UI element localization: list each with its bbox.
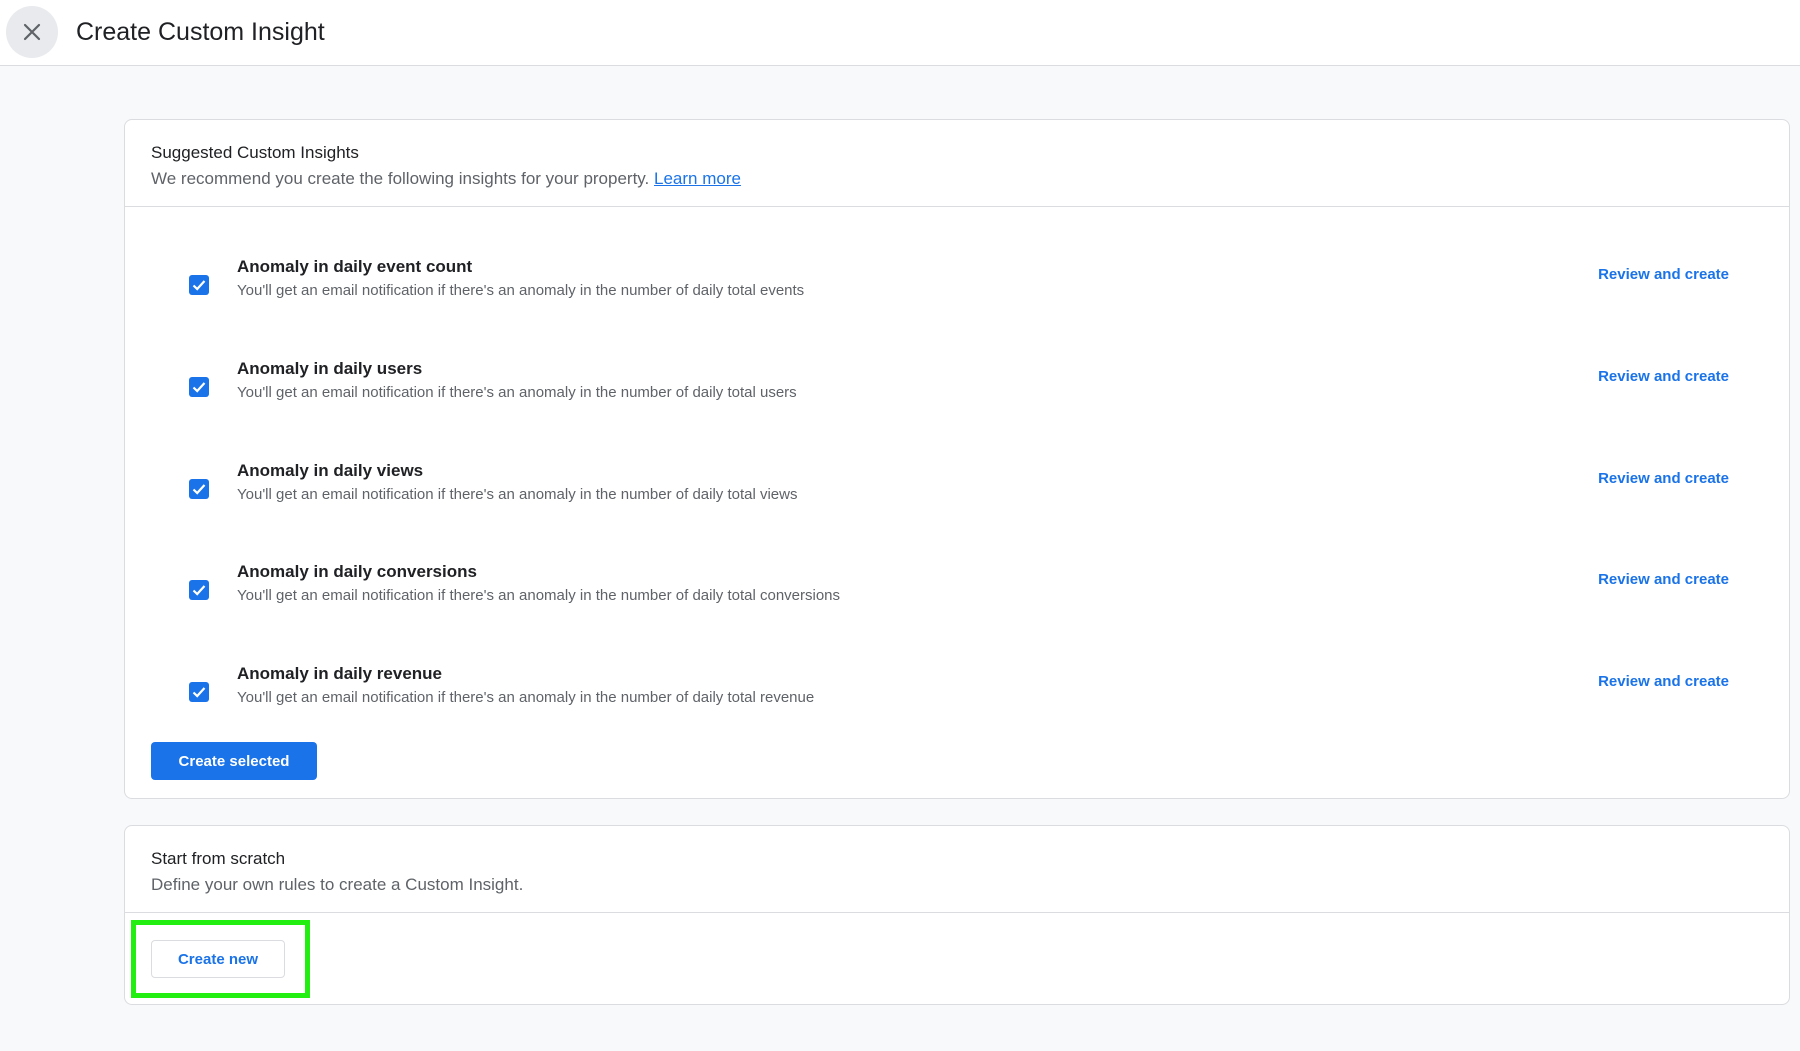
insight-description: You'll get an email notification if ther…	[237, 689, 815, 706]
review-and-create-link[interactable]: Review and create	[1598, 367, 1729, 387]
insight-title: Anomaly in daily event count	[237, 257, 473, 276]
suggested-card-header: Suggested Custom Insights We recommend y…	[125, 120, 1789, 207]
check-icon	[192, 585, 206, 596]
insight-description: You'll get an email notification if ther…	[237, 486, 798, 503]
create-selected-button[interactable]: Create selected	[151, 742, 317, 780]
insight-description: You'll get an email notification if ther…	[237, 282, 805, 299]
insight-row-revenue: Anomaly in daily revenue You'll get an e…	[125, 662, 1789, 732]
close-button[interactable]	[6, 6, 58, 58]
insight-title: Anomaly in daily revenue	[237, 664, 443, 683]
insight-title: Anomaly in daily users	[237, 359, 423, 378]
insight-row-conversions: Anomaly in daily conversions You'll get …	[125, 560, 1789, 630]
insight-checkbox[interactable]	[189, 377, 209, 397]
learn-more-link[interactable]: Learn more	[654, 169, 741, 188]
insight-row-users: Anomaly in daily users You'll get an ema…	[125, 357, 1789, 427]
review-and-create-link[interactable]: Review and create	[1598, 672, 1729, 692]
insight-description: You'll get an email notification if ther…	[237, 384, 797, 401]
start-from-scratch-card: Start from scratch Define your own rules…	[124, 825, 1790, 1005]
insight-checkbox[interactable]	[189, 275, 209, 295]
review-and-create-link[interactable]: Review and create	[1598, 265, 1729, 285]
scratch-card-subtitle: Define your own rules to create a Custom…	[151, 875, 524, 894]
insight-checkbox[interactable]	[189, 479, 209, 499]
review-and-create-link[interactable]: Review and create	[1598, 469, 1729, 489]
insight-row-event-count: Anomaly in daily event count You'll get …	[125, 255, 1789, 325]
scratch-card-title: Start from scratch	[151, 849, 286, 868]
create-new-button[interactable]: Create new	[151, 940, 285, 978]
insight-description: You'll get an email notification if ther…	[237, 587, 841, 604]
top-app-bar: Create Custom Insight	[0, 0, 1800, 66]
insight-checkbox[interactable]	[189, 580, 209, 600]
suggested-insights-card: Suggested Custom Insights We recommend y…	[124, 119, 1790, 799]
suggested-subtitle-text: We recommend you create the following in…	[151, 169, 650, 188]
scratch-card-header: Start from scratch Define your own rules…	[125, 826, 1789, 913]
insight-title: Anomaly in daily conversions	[237, 562, 477, 581]
insight-row-views: Anomaly in daily views You'll get an ema…	[125, 459, 1789, 529]
check-icon	[192, 280, 206, 291]
suggested-card-subtitle: We recommend you create the following in…	[151, 167, 1789, 191]
page-title: Create Custom Insight	[76, 18, 325, 46]
suggested-card-title: Suggested Custom Insights	[151, 143, 359, 162]
insight-title: Anomaly in daily views	[237, 461, 424, 480]
check-icon	[192, 484, 206, 495]
insight-checkbox[interactable]	[189, 682, 209, 702]
check-icon	[192, 382, 206, 393]
check-icon	[192, 687, 206, 698]
review-and-create-link[interactable]: Review and create	[1598, 570, 1729, 590]
close-icon	[23, 23, 41, 41]
